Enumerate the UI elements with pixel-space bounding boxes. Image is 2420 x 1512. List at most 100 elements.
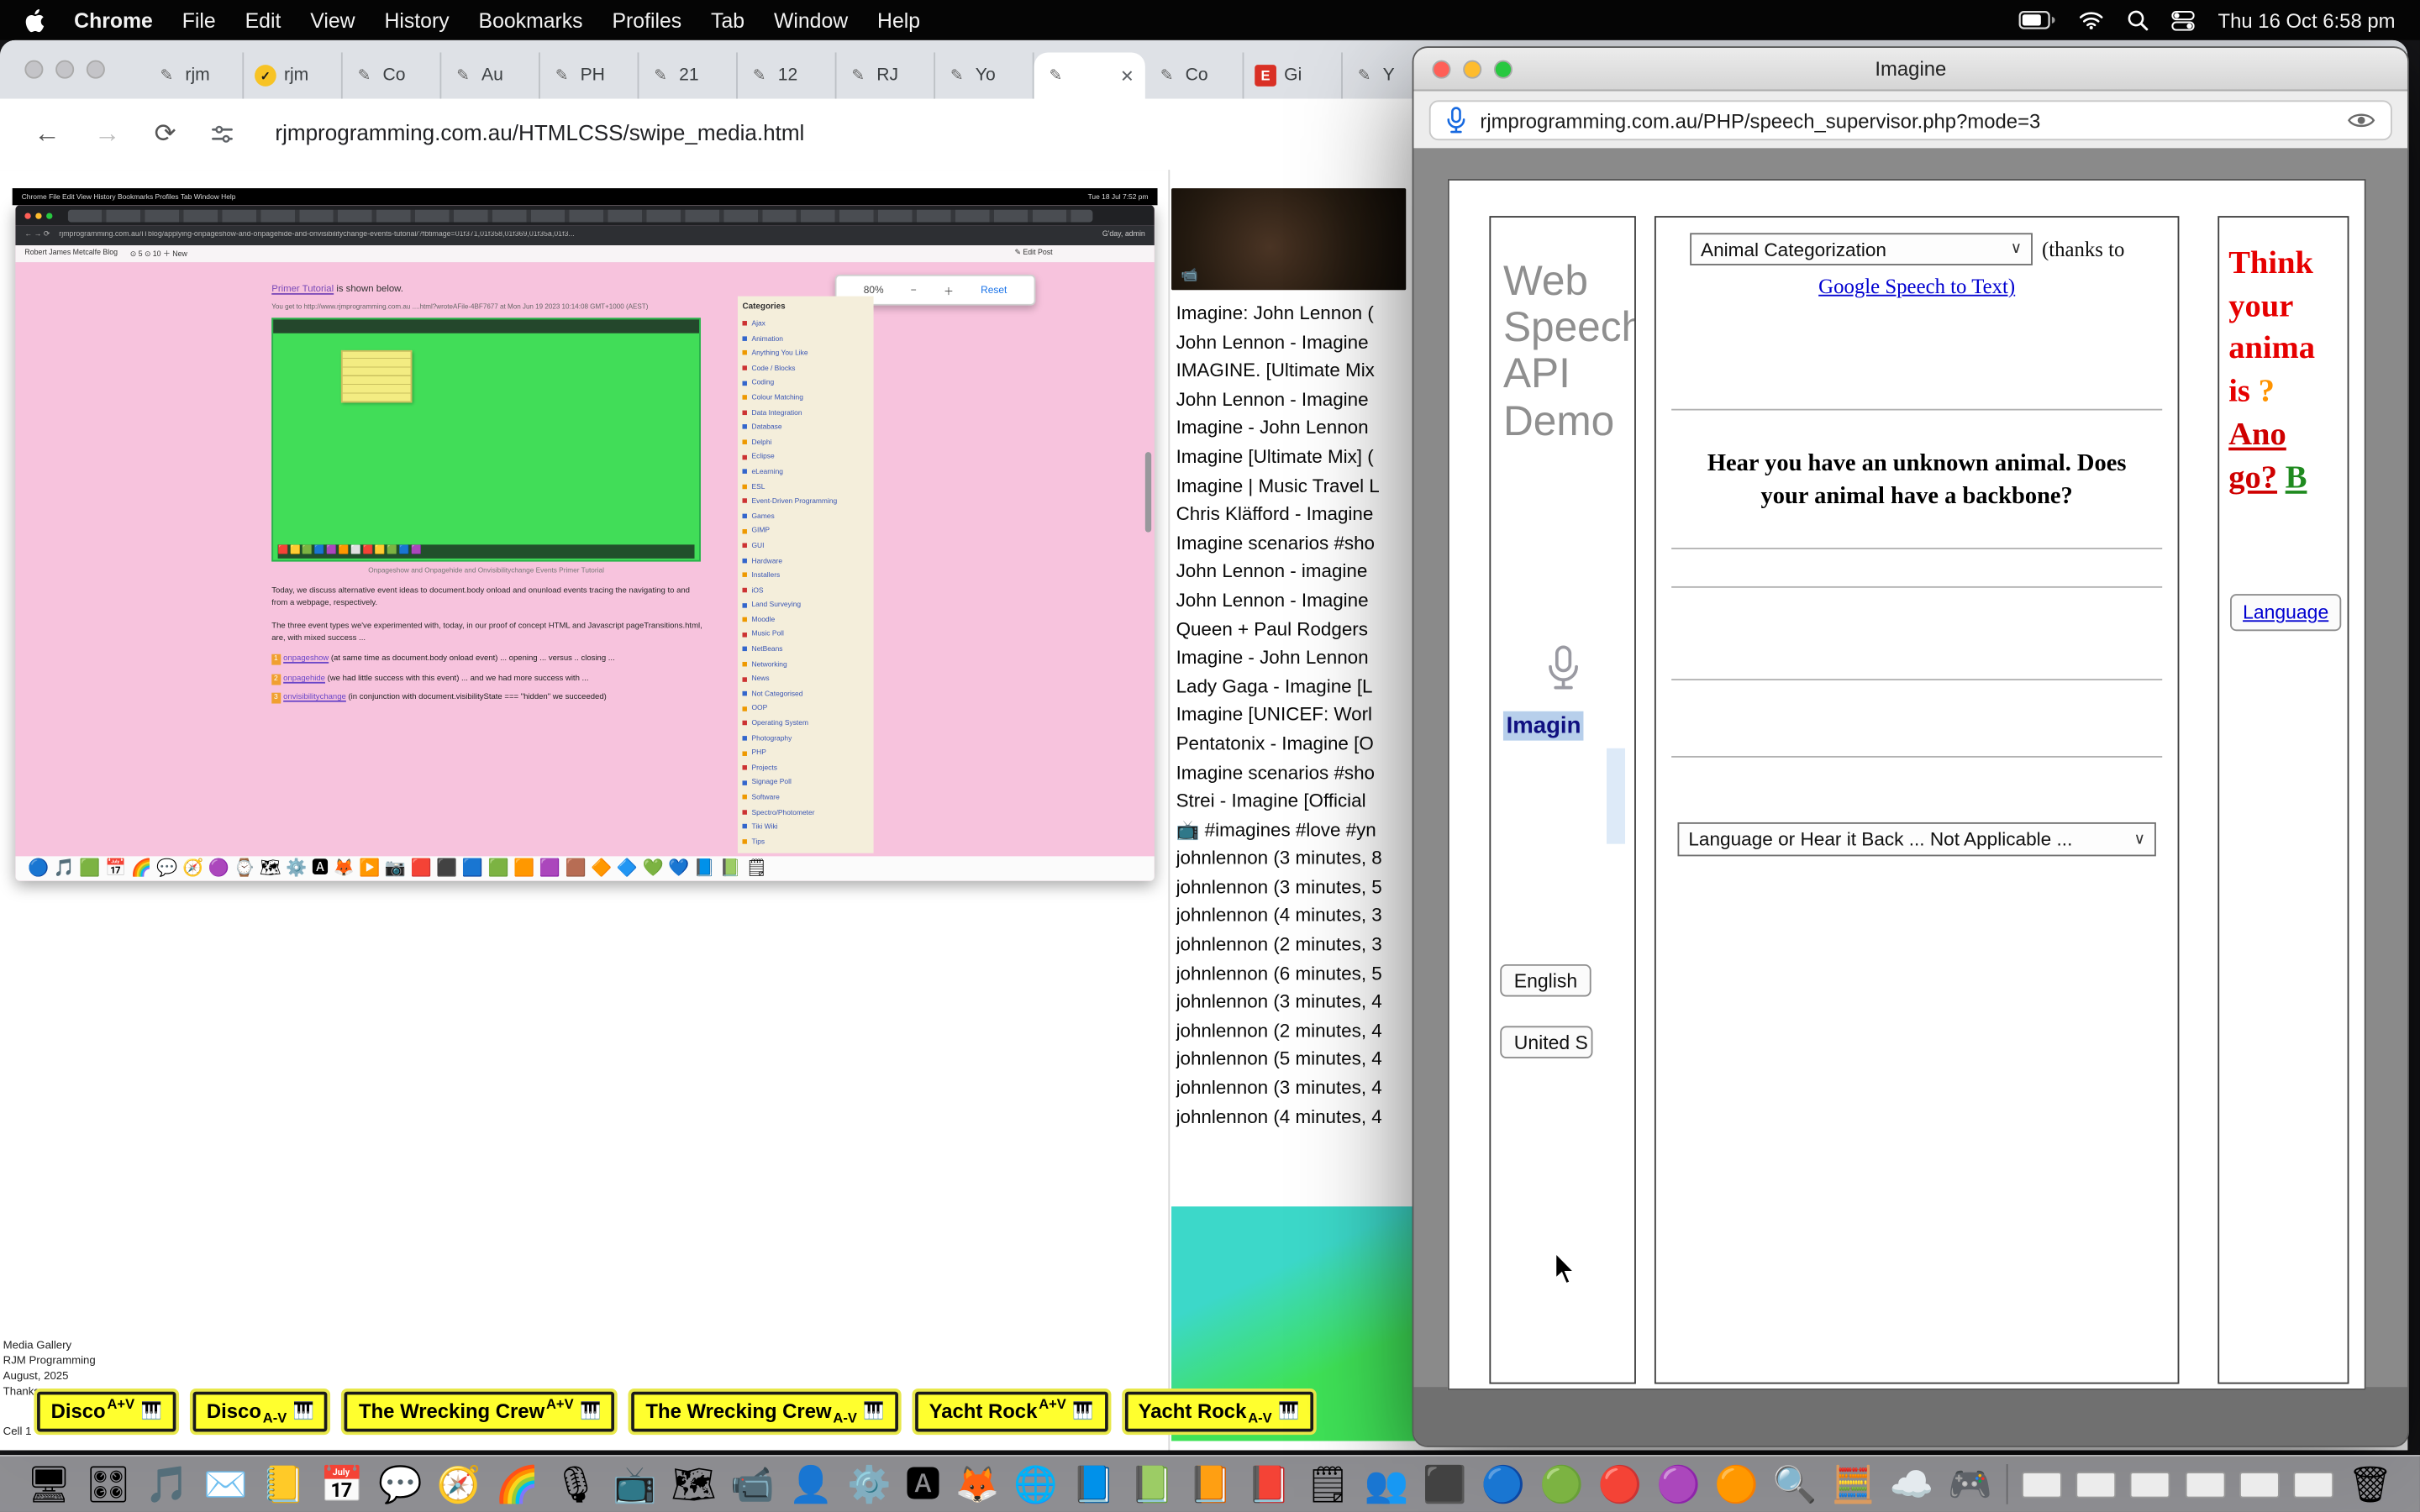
playlist-item[interactable]: John Lennon - Imagine [1176, 328, 1418, 356]
playlist-item[interactable]: IMAGINE. [Ultimate Mix [1176, 357, 1418, 386]
forward-icon[interactable]: → [94, 118, 120, 150]
dock-app-icon[interactable]: 🎙 [554, 1467, 599, 1502]
dock-app-icon[interactable]: 🔍 [1773, 1467, 1818, 1502]
wifi-icon[interactable] [2079, 11, 2103, 29]
dock-app-icon[interactable]: 🔴 [1598, 1467, 1643, 1502]
dock-app-icon[interactable]: 🗒 [1305, 1467, 1350, 1502]
site-settings-icon[interactable] [210, 122, 234, 146]
browser-tab[interactable]: ✎12 [738, 52, 837, 98]
control-center-icon[interactable] [2171, 10, 2195, 30]
dock-app-icon[interactable]: 📙 [1188, 1467, 1233, 1502]
dock-app-icon[interactable]: 🟢 [1539, 1467, 1584, 1502]
playlist-item[interactable]: 📺 #imagines #love #yn [1176, 816, 1418, 844]
browser-tab[interactable]: ✎RJ [836, 52, 935, 98]
playlist-item[interactable]: Imagine - John Lennon [1176, 643, 1418, 672]
playlist-item[interactable]: Imagine: John Lennon ( [1176, 299, 1418, 328]
dock-app-icon[interactable]: 🦊 [955, 1467, 1000, 1502]
playlist-item[interactable]: Imagine scenarios #sho [1176, 529, 1418, 558]
dock-app-icon[interactable]: 🧮 [1831, 1467, 1876, 1502]
dock-app-icon[interactable]: ⚙️ [847, 1467, 892, 1502]
menu-item[interactable]: Help [877, 8, 920, 32]
dock-app-icon[interactable]: 📗 [1130, 1467, 1175, 1502]
dock-app-icon[interactable]: 🌐 [1013, 1467, 1058, 1502]
dock-app-icon[interactable]: 👤 [789, 1467, 834, 1502]
address-field[interactable]: rjmprogramming.com.au/PHP/speech_supervi… [1429, 100, 2392, 140]
minimized-window-thumbnail[interactable] [2293, 1471, 2333, 1497]
playlist-item[interactable]: johnlennon (2 minutes, 3 [1176, 931, 1418, 959]
menu-item[interactable]: Window [774, 8, 848, 32]
zoom-window-button[interactable] [87, 60, 105, 79]
language-select[interactable]: Language or Hear it Back ... Not Applica… [1677, 822, 2155, 856]
menu-item[interactable]: Tab [711, 8, 744, 32]
browser-tab[interactable]: ✎Au [441, 52, 540, 98]
eye-icon[interactable] [2348, 111, 2375, 129]
dock-app-icon[interactable]: 📒 [261, 1467, 306, 1502]
dock-app-icon[interactable]: 📹 [730, 1467, 775, 1502]
playlist-item[interactable]: johnlennon (6 minutes, 5 [1176, 959, 1418, 988]
minimized-window-thumbnail[interactable] [2131, 1471, 2171, 1497]
playlist-item[interactable]: johnlennon (2 minutes, 4 [1176, 1016, 1418, 1045]
playlist-item[interactable]: johnlennon (4 minutes, 4 [1176, 1103, 1418, 1131]
dock-app-icon[interactable]: 💬 [378, 1467, 423, 1502]
tab-close-icon[interactable]: ✕ [1120, 66, 1134, 86]
playlist-item[interactable]: Chris Kläfford - Imagine [1176, 500, 1418, 528]
browser-tab[interactable]: ✎rjm [145, 52, 245, 98]
yacht-rock-a-minus-v-button[interactable]: Yacht RockA-V🎹 [1124, 1392, 1313, 1432]
dock-app-icon[interactable]: 🎛 [86, 1467, 131, 1502]
dock-app-icon[interactable]: ⬛ [1423, 1467, 1467, 1502]
imagine-titlebar[interactable]: Imagine [1413, 48, 2407, 91]
playlist-item[interactable]: Imagine scenarios #sho [1176, 759, 1418, 787]
apple-icon[interactable] [24, 8, 45, 32]
video-thumbnail[interactable]: 📹 [1171, 188, 1406, 290]
minimized-window-thumbnail[interactable] [2022, 1471, 2062, 1497]
playlist-item[interactable]: johnlennon (4 minutes, 3 [1176, 901, 1418, 930]
dock-app-icon[interactable]: 📺 [613, 1467, 657, 1502]
menubar-clock[interactable]: Thu 16 Oct 6:58 pm [2218, 8, 2396, 32]
dock-app-icon[interactable]: ✉️ [203, 1467, 248, 1502]
search-icon[interactable] [2127, 9, 2149, 31]
reload-icon[interactable]: ⟳ [155, 118, 176, 150]
menu-item[interactable]: Bookmarks [479, 8, 583, 32]
language-button[interactable]: Language [2230, 594, 2341, 631]
playlist-item[interactable]: johnlennon (3 minutes, 4 [1176, 988, 1418, 1016]
url-text[interactable]: rjmprogramming.com.au/HTMLCSS/swipe_medi… [275, 122, 804, 146]
dock-app-icon[interactable]: ☁️ [1890, 1467, 1934, 1502]
english-button[interactable]: English [1500, 964, 1591, 997]
close-window-button[interactable] [24, 60, 43, 79]
united-states-button[interactable]: United S [1500, 1026, 1592, 1058]
embedded-screenshot-media[interactable]: Chrome File Edit View History Bookmarks … [13, 188, 1158, 911]
trash-icon[interactable]: 🗑 [2348, 1467, 2393, 1502]
browser-tab[interactable]: ✎Co [1145, 52, 1244, 98]
dock-app-icon[interactable]: 🧭 [437, 1467, 481, 1502]
playlist-item[interactable]: John Lennon - Imagine [1176, 386, 1418, 414]
menu-item[interactable]: Edit [245, 8, 281, 32]
another-go-link[interactable]: Ano go? [2228, 415, 2286, 495]
disco-av-button[interactable]: DiscoA+V🎹 [37, 1392, 176, 1432]
dock-app-icon[interactable]: 🟣 [1656, 1467, 1701, 1502]
playlist-item[interactable]: Lady Gaga - Imagine [L [1176, 672, 1418, 701]
browser-tab[interactable]: EGi [1244, 52, 1343, 98]
wrecking-crew-av-button[interactable]: The Wrecking CrewA+V🎹 [345, 1392, 614, 1432]
browser-tab[interactable]: ✎Co [343, 52, 442, 98]
playlist-item[interactable]: John Lennon - imagine [1176, 558, 1418, 586]
dock-app-icon[interactable]: 🎵 [145, 1467, 190, 1502]
minimized-window-thumbnail[interactable] [2239, 1471, 2280, 1497]
dock-app-icon[interactable]: 🖥 [27, 1467, 72, 1502]
playlist-item[interactable]: Queen + Paul Rodgers [1176, 615, 1418, 643]
microphone-icon[interactable] [1446, 107, 1466, 134]
playlist-item[interactable]: Imagine [Ultimate Mix] ( [1176, 443, 1418, 471]
back-link[interactable]: B [2286, 458, 2307, 495]
dock-app-icon[interactable]: 🅰 [905, 1467, 940, 1502]
menu-item[interactable]: History [384, 8, 449, 32]
dock-app-icon[interactable]: 📘 [1071, 1467, 1116, 1502]
playlist-item[interactable]: johnlennon (3 minutes, 5 [1176, 873, 1418, 901]
dock-app-icon[interactable]: 🗺 [671, 1467, 717, 1502]
menu-item[interactable]: Profiles [612, 8, 681, 32]
playlist-item[interactable]: Imagine | Music Travel L [1176, 471, 1418, 500]
dock-app-icon[interactable]: 📅 [320, 1467, 365, 1502]
menu-item[interactable]: View [310, 8, 355, 32]
back-icon[interactable]: ← [34, 118, 60, 150]
disco-a-minus-v-button[interactable]: DiscoA-V🎹 [192, 1392, 328, 1432]
playlist-item[interactable]: Imagine - John Lennon [1176, 414, 1418, 443]
minimized-window-thumbnail[interactable] [2185, 1471, 2225, 1497]
